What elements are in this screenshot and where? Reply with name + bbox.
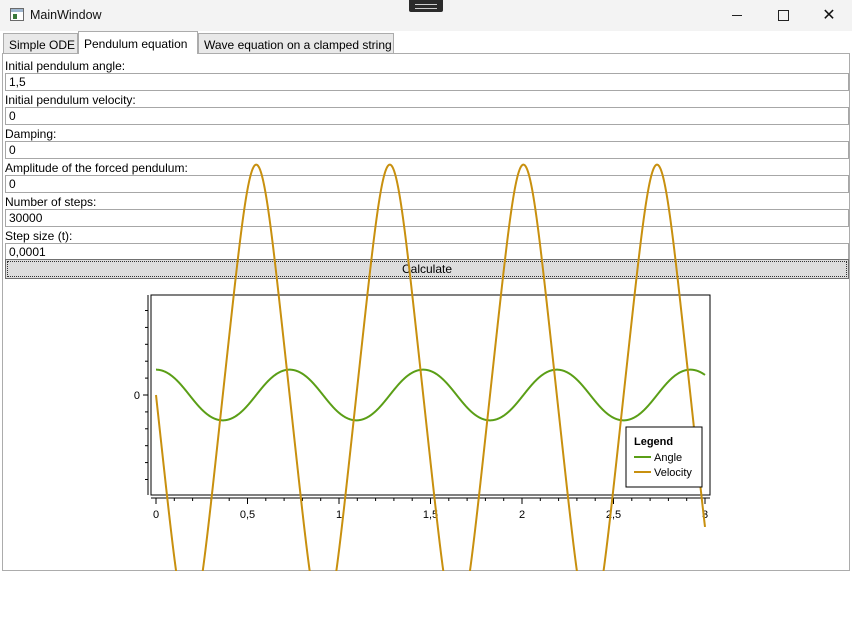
x-tick-label: 0 [153,509,159,521]
x-axis: 0 0,5 1 1,5 2 2,5 3 [151,497,710,521]
legend-entry-label: Angle [654,452,682,464]
x-tick-label: 0,5 [240,509,255,521]
y-tick-label: 0 [134,390,140,402]
tab-pendulum-equation[interactable]: Pendulum equation [78,31,198,54]
window-bottom-area [0,571,852,620]
x-tick-label: 1 [336,509,342,521]
legend-title: Legend [634,436,673,448]
pendulum-chart: 0 0,5 1 1,5 2 2,5 3 0 LegendAngleVelocity [134,163,711,620]
y-axis: 0 [134,295,149,495]
legend-entry-label: Velocity [654,467,692,479]
x-tick-label: 2,5 [606,509,621,521]
chart-legend: Legend Angle Velocity [625,426,703,488]
x-tick-label: 2 [519,509,525,521]
